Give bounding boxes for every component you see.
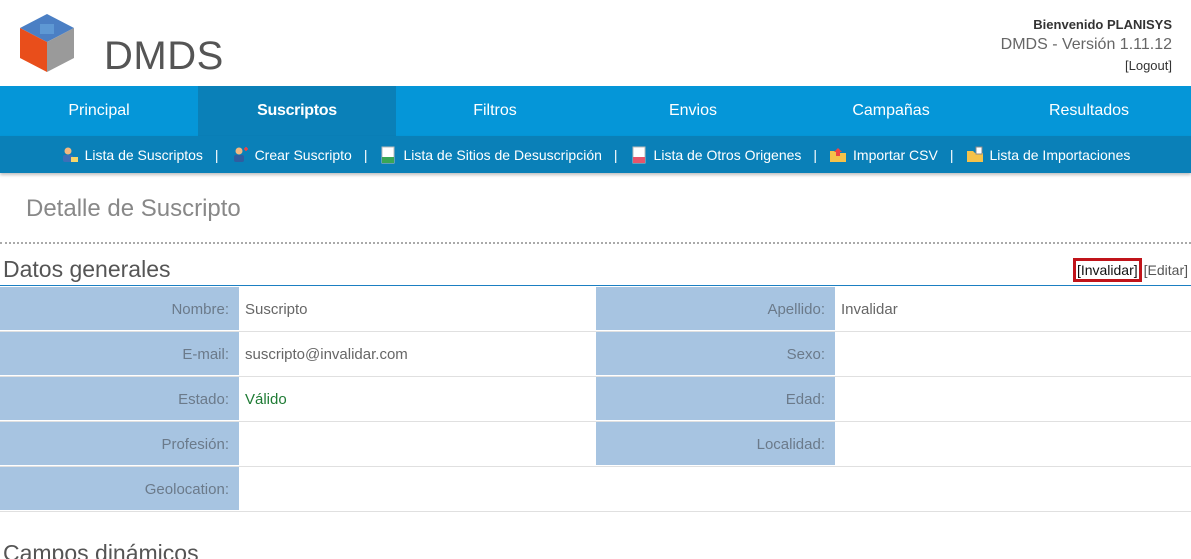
separator: | — [613, 146, 618, 163]
field-value-estado: Válido — [245, 391, 287, 408]
field-value-email: suscripto@invalidar.com — [245, 346, 408, 363]
subnav-label: Lista de Otros Origenes — [653, 146, 802, 163]
field-value-profesion — [239, 422, 596, 466]
subnav-label: Lista de Suscriptos — [84, 146, 203, 163]
subnav-importar-csv[interactable]: Importar CSV — [829, 146, 938, 164]
field-label: Profesión: — [0, 422, 239, 466]
user-box: Bienvenido PLANISYS DMDS - Versión 1.11.… — [1001, 16, 1172, 76]
users-list-icon — [62, 147, 78, 162]
subnav-label: Lista de Importaciones — [989, 146, 1131, 163]
field-label: Edad: — [596, 377, 835, 421]
sub-nav: Lista de Suscriptos | Crear Suscripto | … — [0, 136, 1191, 173]
page-title: Detalle de Suscripto — [26, 195, 241, 222]
field-label: E-mail: — [0, 332, 239, 376]
field-value-geolocation — [239, 467, 1191, 511]
tab-resultados[interactable]: Resultados — [990, 86, 1188, 136]
separator: | — [363, 146, 368, 163]
table-row: Estado: Válido Edad: — [0, 377, 1191, 422]
logo-text: DMDS — [104, 34, 224, 78]
logo-cube-icon — [20, 14, 74, 72]
divider — [0, 242, 1191, 244]
table-row: Profesión: Localidad: — [0, 422, 1191, 467]
subnav-label: Crear Suscripto — [254, 146, 352, 163]
add-user-icon — [233, 146, 248, 162]
subnav-crear-suscripto[interactable]: Crear Suscripto — [231, 146, 352, 164]
section-actions: [Invalidar] [Editar] — [1072, 258, 1188, 282]
field-label: Localidad: — [596, 422, 835, 466]
subnav-label: Lista de Sitios de Desuscripción — [403, 146, 602, 163]
document-green-icon — [381, 146, 395, 163]
field-label: Apellido: — [596, 287, 835, 331]
welcome-text: Bienvenido PLANISYS — [1033, 17, 1172, 32]
field-label: Estado: — [0, 377, 239, 421]
field-value-edad — [835, 377, 1191, 421]
section-title: Datos generales — [3, 256, 171, 282]
header: DMDS Bienvenido PLANISYS DMDS - Versión … — [0, 0, 1191, 86]
section-underline — [0, 285, 1191, 286]
separator: | — [214, 146, 219, 163]
field-value-sexo — [835, 332, 1191, 376]
section-title-campos-dinamicos: Campos dinámicos — [3, 540, 199, 559]
table-row: Geolocation: — [0, 467, 1191, 512]
field-label: Sexo: — [596, 332, 835, 376]
field-value-apellido: Invalidar — [841, 301, 898, 318]
field-value-nombre: Suscripto — [245, 301, 308, 318]
version-text: DMDS - Versión 1.11.12 — [1000, 36, 1172, 53]
tab-envios[interactable]: Envios — [594, 86, 792, 136]
subnav-lista-importaciones[interactable]: Lista de Importaciones — [966, 146, 1131, 164]
field-label: Nombre: — [0, 287, 239, 331]
logout-link[interactable]: [Logout] — [1001, 56, 1172, 76]
tab-suscriptos[interactable]: Suscriptos — [198, 86, 396, 136]
folder-import-icon — [830, 147, 847, 162]
folder-list-icon — [966, 146, 983, 162]
tab-campanas[interactable]: Campañas — [792, 86, 990, 136]
subnav-label: Importar CSV — [853, 146, 938, 163]
separator: | — [949, 146, 954, 163]
details-table: Nombre: Suscripto Apellido: Invalidar E-… — [0, 287, 1191, 512]
field-value-localidad — [835, 422, 1191, 466]
subnav-otros-origenes[interactable]: Lista de Otros Origenes — [630, 146, 802, 164]
editar-link[interactable]: [Editar] — [1144, 262, 1188, 278]
tab-filtros[interactable]: Filtros — [396, 86, 594, 136]
separator: | — [813, 146, 818, 163]
main-nav: Principal Suscriptos Filtros Envios Camp… — [0, 86, 1191, 136]
logo[interactable]: DMDS — [16, 12, 223, 78]
table-row: E-mail: suscripto@invalidar.com Sexo: — [0, 332, 1191, 377]
document-red-icon — [632, 146, 646, 163]
tab-principal[interactable]: Principal — [0, 86, 198, 136]
table-row: Nombre: Suscripto Apellido: Invalidar — [0, 287, 1191, 332]
subnav-sitios-desuscripcion[interactable]: Lista de Sitios de Desuscripción — [379, 146, 602, 164]
subnav-lista-suscriptos[interactable]: Lista de Suscriptos — [61, 146, 203, 164]
field-label: Geolocation: — [0, 467, 239, 511]
invalidar-link[interactable]: [Invalidar] — [1072, 258, 1142, 282]
